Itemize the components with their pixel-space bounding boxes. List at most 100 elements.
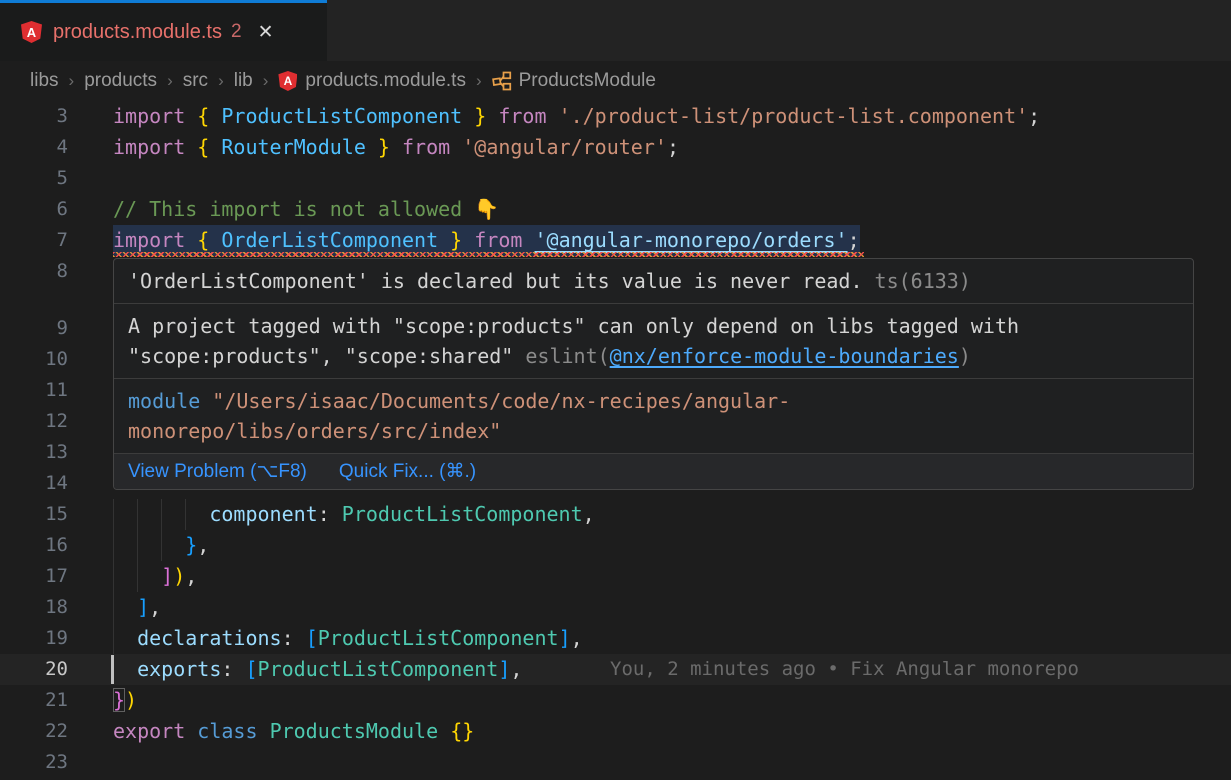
eslint-rule-link[interactable]: @nx/enforce-module-boundaries bbox=[610, 344, 959, 368]
line-number[interactable]: 3 bbox=[0, 101, 68, 132]
code-token: , bbox=[571, 626, 583, 650]
code-token: ; bbox=[1028, 104, 1040, 128]
code-line-content: exports: [ProductListComponent], bbox=[113, 654, 522, 685]
code-token: : bbox=[221, 657, 245, 681]
code-token: : bbox=[282, 626, 306, 650]
code-token: ProductListComponent bbox=[258, 657, 499, 681]
line-number[interactable]: 20 bbox=[0, 654, 68, 685]
code-token bbox=[113, 533, 185, 557]
line-number[interactable]: 18 bbox=[0, 592, 68, 623]
code-token: ; bbox=[848, 228, 860, 252]
code-token: : bbox=[318, 502, 342, 526]
breadcrumb-item-lib[interactable]: lib bbox=[234, 70, 253, 92]
code-token: } bbox=[185, 533, 197, 557]
tab-products-module[interactable]: A products.module.ts 2 ✕ bbox=[0, 0, 327, 61]
line-number[interactable]: 22 bbox=[0, 716, 68, 747]
code-line-19[interactable]: 19 declarations: [ProductListComponent], bbox=[0, 623, 1231, 654]
line-number[interactable]: 14 bbox=[0, 468, 68, 499]
code-token: from bbox=[402, 135, 450, 159]
code-token bbox=[113, 564, 161, 588]
line-number[interactable]: 17 bbox=[0, 561, 68, 592]
code-token bbox=[113, 595, 137, 619]
line-number[interactable]: 7 bbox=[0, 225, 68, 256]
code-token: from bbox=[498, 104, 546, 128]
breadcrumb-item-file[interactable]: Aproducts.module.ts bbox=[278, 70, 466, 92]
code-token bbox=[185, 135, 197, 159]
chevron-right-icon: › bbox=[59, 71, 85, 91]
code-token: { bbox=[197, 104, 209, 128]
line-number[interactable]: 5 bbox=[0, 163, 68, 194]
chevron-right-icon: › bbox=[466, 71, 492, 91]
ts-error-message: 'OrderListComponent' is declared but its… bbox=[114, 259, 1193, 304]
line-number[interactable]: 15 bbox=[0, 499, 68, 530]
code-line-3[interactable]: 3import { ProductListComponent } from '.… bbox=[0, 101, 1231, 132]
code-line-16[interactable]: 16 }, bbox=[0, 530, 1231, 561]
code-token bbox=[462, 228, 474, 252]
breadcrumb-item-products[interactable]: products bbox=[84, 70, 157, 92]
breadcrumb-item-symbol[interactable]: ProductsModule bbox=[492, 70, 656, 92]
view-problem-button[interactable]: View Problem (⌥F8) bbox=[128, 460, 307, 483]
code-token: ] bbox=[137, 595, 149, 619]
code-token: ProductListComponent bbox=[342, 502, 583, 526]
code-editor[interactable]: 3import { ProductListComponent } from '.… bbox=[0, 101, 1231, 780]
quick-fix-button[interactable]: Quick Fix... (⌘.) bbox=[339, 460, 476, 483]
line-number[interactable]: 23 bbox=[0, 747, 68, 778]
error-hover-tooltip: 'OrderListComponent' is declared but its… bbox=[113, 258, 1194, 490]
code-line-20[interactable]: 20 exports: [ProductListComponent], You, … bbox=[0, 654, 1231, 685]
line-number[interactable]: 16 bbox=[0, 530, 68, 561]
code-token: } bbox=[378, 135, 390, 159]
code-line-content: import { OrderListComponent } from '@ang… bbox=[113, 225, 860, 256]
code-line-5[interactable]: 5 bbox=[0, 163, 1231, 194]
code-token: } bbox=[113, 688, 125, 712]
code-line-7[interactable]: 7 import { OrderListComponent } from '@an… bbox=[0, 225, 1231, 256]
code-token bbox=[390, 135, 402, 159]
chevron-right-icon: › bbox=[253, 71, 279, 91]
code-token bbox=[185, 719, 197, 743]
line-number[interactable]: 6 bbox=[0, 194, 68, 225]
line-number[interactable]: 8 bbox=[0, 256, 68, 287]
code-token: // This import is not allowed 👇 bbox=[113, 197, 499, 221]
line-number[interactable]: 4 bbox=[0, 132, 68, 163]
code-token: , bbox=[583, 502, 595, 526]
code-token: [ bbox=[245, 657, 257, 681]
code-token: , bbox=[149, 595, 161, 619]
line-number[interactable]: 10 bbox=[0, 344, 68, 375]
line-number[interactable]: 9 bbox=[0, 313, 68, 344]
code-line-15[interactable]: 15 component: ProductListComponent, bbox=[0, 499, 1231, 530]
code-line-22[interactable]: 22export class ProductsModule {} bbox=[0, 716, 1231, 747]
code-line-18[interactable]: 18 ], bbox=[0, 592, 1231, 623]
code-token: ] bbox=[559, 626, 571, 650]
line-number[interactable]: 19 bbox=[0, 623, 68, 654]
code-token: declarations bbox=[137, 626, 282, 650]
code-token: ; bbox=[667, 135, 679, 159]
code-token: {} bbox=[450, 719, 474, 743]
line-number[interactable]: 13 bbox=[0, 437, 68, 468]
breadcrumb-label: libs bbox=[30, 70, 59, 92]
code-token: import bbox=[113, 228, 185, 252]
code-line-23[interactable]: 23 bbox=[0, 747, 1231, 778]
git-blame-annotation: You, 2 minutes ago • Fix Angular monorep… bbox=[610, 654, 1079, 685]
breadcrumb-item-src[interactable]: src bbox=[183, 70, 208, 92]
line-number[interactable]: 11 bbox=[0, 375, 68, 406]
code-line-21[interactable]: 21}) bbox=[0, 685, 1231, 716]
code-token: , bbox=[197, 533, 209, 557]
ts-error-text: 'OrderListComponent' is declared but its… bbox=[128, 269, 875, 293]
line-number[interactable]: 21 bbox=[0, 685, 68, 716]
tab-bar: A products.module.ts 2 ✕ bbox=[0, 0, 1231, 61]
code-token: '@angular-monorepo/orders' bbox=[534, 228, 847, 252]
breadcrumb-item-libs[interactable]: libs bbox=[30, 70, 59, 92]
code-token: { bbox=[197, 228, 209, 252]
ts-error-source: ts(6133) bbox=[875, 269, 971, 293]
code-line-6[interactable]: 6 // This import is not allowed 👇 bbox=[0, 194, 1231, 225]
module-keyword: module bbox=[128, 389, 200, 413]
close-icon[interactable]: ✕ bbox=[258, 21, 274, 44]
code-line-4[interactable]: 4import { RouterModule } from '@angular/… bbox=[0, 132, 1231, 163]
code-line-17[interactable]: 17 ]), bbox=[0, 561, 1231, 592]
code-token: from bbox=[474, 228, 522, 252]
line-number[interactable]: 12 bbox=[0, 406, 68, 437]
code-token bbox=[113, 626, 137, 650]
code-line-content: component: ProductListComponent, bbox=[113, 499, 595, 530]
breadcrumb-label: src bbox=[183, 70, 208, 92]
class-symbol-icon bbox=[492, 71, 512, 91]
code-token: ] bbox=[498, 657, 510, 681]
